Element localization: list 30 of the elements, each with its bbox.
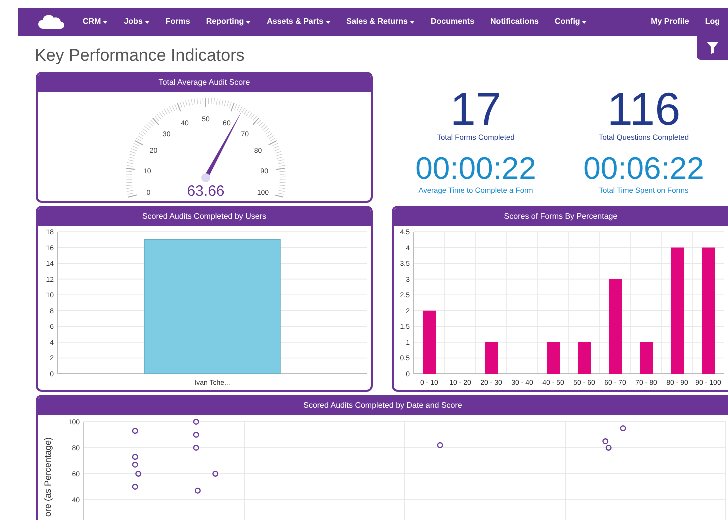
card-header: Scores of Forms By Percentage <box>394 208 728 226</box>
bar <box>578 342 591 374</box>
bar <box>640 342 653 374</box>
nav-menu-item[interactable]: Assets & Parts <box>259 16 339 28</box>
cloud-logo-icon[interactable] <box>38 14 66 30</box>
filter-icon <box>706 42 718 54</box>
nav-menu-item[interactable]: Reporting <box>198 16 260 28</box>
stat-time: 00:06:22 <box>584 152 704 184</box>
card-header: Scored Audits Completed by Date and Score <box>38 397 728 415</box>
bar <box>485 342 498 374</box>
bar <box>423 310 436 374</box>
nav-link[interactable]: Log <box>697 16 728 28</box>
axis-title: ore (as Percentage) <box>43 437 53 517</box>
stat-time: 00:00:22 <box>416 152 536 184</box>
stat-number: 116 <box>607 86 681 132</box>
card-header: Scored Audits Completed by Users <box>38 208 371 226</box>
filter-button[interactable] <box>697 36 728 60</box>
card-header: Total Average Audit Score <box>38 74 371 92</box>
nav-menu-item[interactable]: CRM <box>75 16 116 28</box>
stat-number: 17 <box>450 86 502 132</box>
nav-menu-item[interactable]: Jobs <box>116 16 158 28</box>
nav-menu-item[interactable]: Documents <box>422 16 483 28</box>
nav-menu-item[interactable]: Config <box>546 16 596 28</box>
bar <box>547 342 560 374</box>
nav-link[interactable]: My Profile <box>643 16 698 28</box>
nav-menu-item[interactable]: Forms <box>158 16 198 28</box>
gauge-value: 63.66 <box>187 183 225 200</box>
nav-menu-item[interactable]: Sales & Returns <box>338 16 423 28</box>
nav-menu-item[interactable]: Notifications <box>482 16 547 28</box>
page-title: Key Performance Indicators <box>35 46 245 66</box>
